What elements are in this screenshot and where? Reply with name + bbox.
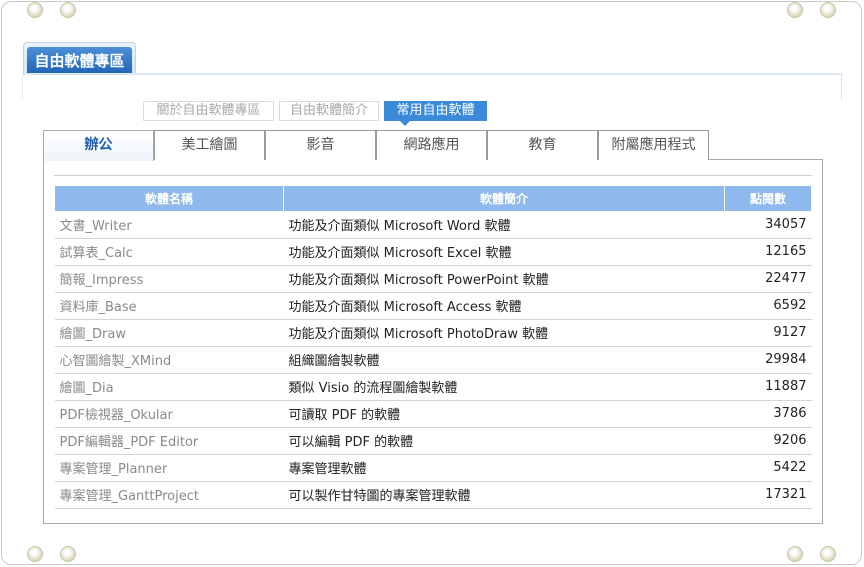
hit-count: 5422	[724, 454, 812, 482]
table-row: 心智圖繪製_XMind 組織圖繪製軟體 29984	[54, 346, 812, 374]
table-row: 資料庫_Base 功能及介面類似 Microsoft Access 軟體 659…	[54, 292, 812, 320]
binder-ring-icon	[820, 546, 836, 562]
table-row: 繪圖_Draw 功能及介面類似 Microsoft PhotoDraw 軟體 9…	[54, 319, 812, 347]
software-table: 軟體名稱 軟體簡介 點閱數 文書_Writer 功能及介面類似 Microsof…	[54, 186, 812, 509]
software-description: 可以製作甘特圖的專案管理軟體	[283, 481, 725, 509]
software-description: 功能及介面類似 Microsoft Word 軟體	[283, 211, 725, 239]
software-name-link[interactable]: 心智圖繪製_XMind	[54, 346, 284, 374]
hit-count: 17321	[724, 481, 812, 509]
table-row: PDF檢視器_Okular 可讀取 PDF 的軟體 3786	[54, 400, 812, 428]
software-description: 功能及介面類似 Microsoft PowerPoint 軟體	[283, 265, 725, 293]
software-name-link[interactable]: 資料庫_Base	[54, 292, 284, 320]
software-name-link[interactable]: 專案管理_Planner	[54, 454, 284, 482]
software-description: 可以編輯 PDF 的軟體	[283, 427, 725, 455]
software-description: 功能及介面類似 Microsoft Access 軟體	[283, 292, 725, 320]
column-header-hits: 點閱數	[724, 186, 812, 211]
binder-ring-icon	[60, 2, 76, 18]
hit-count: 9206	[724, 427, 812, 455]
tab-accessories[interactable]: 附屬應用程式	[598, 130, 709, 160]
software-name-link[interactable]: PDF檢視器_Okular	[54, 400, 284, 428]
hit-count: 29984	[724, 346, 812, 374]
column-header-description: 軟體簡介	[283, 186, 725, 211]
hit-count: 11887	[724, 373, 812, 401]
table-row: 文書_Writer 功能及介面類似 Microsoft Word 軟體 3405…	[54, 211, 812, 239]
tab-office[interactable]: 辦公	[43, 130, 154, 161]
software-name-link[interactable]: 繪圖_Dia	[54, 373, 284, 401]
tab-education[interactable]: 教育	[487, 130, 598, 160]
section-title-tab: 自由軟體專區	[23, 42, 136, 75]
software-description: 功能及介面類似 Microsoft Excel 軟體	[283, 238, 725, 266]
software-name-link[interactable]: PDF編輯器_PDF Editor	[54, 427, 284, 455]
hit-count: 9127	[724, 319, 812, 347]
software-description: 類似 Visio 的流程圖繪製軟體	[283, 373, 725, 401]
table-row: PDF編輯器_PDF Editor 可以編輯 PDF 的軟體 9206	[54, 427, 812, 455]
column-header-name: 軟體名稱	[54, 186, 284, 211]
section-title-rule	[22, 73, 842, 100]
binder-ring-icon	[27, 546, 43, 562]
software-name-link[interactable]: 專案管理_GanttProject	[54, 481, 284, 509]
tab-graphics[interactable]: 美工繪圖	[154, 130, 265, 160]
software-description: 組織圖繪製軟體	[283, 346, 725, 374]
software-description: 功能及介面類似 Microsoft PhotoDraw 軟體	[283, 319, 725, 347]
hit-count: 22477	[724, 265, 812, 293]
table-row: 繪圖_Dia 類似 Visio 的流程圖繪製軟體 11887	[54, 373, 812, 401]
software-name-link[interactable]: 簡報_Impress	[54, 265, 284, 293]
binder-ring-icon	[27, 2, 43, 18]
software-description: 專案管理軟體	[283, 454, 725, 482]
hit-count: 34057	[724, 211, 812, 239]
subnav-common-software[interactable]: 常用自由軟體	[384, 101, 487, 126]
hit-count: 6592	[724, 292, 812, 320]
binder-ring-icon	[787, 546, 803, 562]
binder-ring-icon	[820, 2, 836, 18]
table-row: 簡報_Impress 功能及介面類似 Microsoft PowerPoint …	[54, 265, 812, 293]
software-description: 可讀取 PDF 的軟體	[283, 400, 725, 428]
hit-count: 3786	[724, 400, 812, 428]
binder-ring-icon	[60, 546, 76, 562]
table-row: 試算表_Calc 功能及介面類似 Microsoft Excel 軟體 1216…	[54, 238, 812, 266]
tab-media[interactable]: 影音	[265, 130, 376, 160]
binder-ring-icon	[787, 2, 803, 18]
table-header-row: 軟體名稱 軟體簡介 點閱數	[54, 186, 812, 211]
table-row: 專案管理_GanttProject 可以製作甘特圖的專案管理軟體 17321	[54, 481, 812, 509]
table-row: 專案管理_Planner 專案管理軟體 5422	[54, 454, 812, 482]
panel-divider	[54, 175, 812, 176]
software-name-link[interactable]: 試算表_Calc	[54, 238, 284, 266]
section-title: 自由軟體專區	[27, 47, 132, 75]
software-name-link[interactable]: 文書_Writer	[54, 211, 284, 239]
subnav-intro[interactable]: 自由軟體簡介	[279, 101, 379, 121]
software-name-link[interactable]: 繪圖_Draw	[54, 319, 284, 347]
subnav-about[interactable]: 關於自由軟體專區	[143, 101, 274, 121]
tab-internet[interactable]: 網路應用	[376, 130, 487, 160]
hit-count: 12165	[724, 238, 812, 266]
